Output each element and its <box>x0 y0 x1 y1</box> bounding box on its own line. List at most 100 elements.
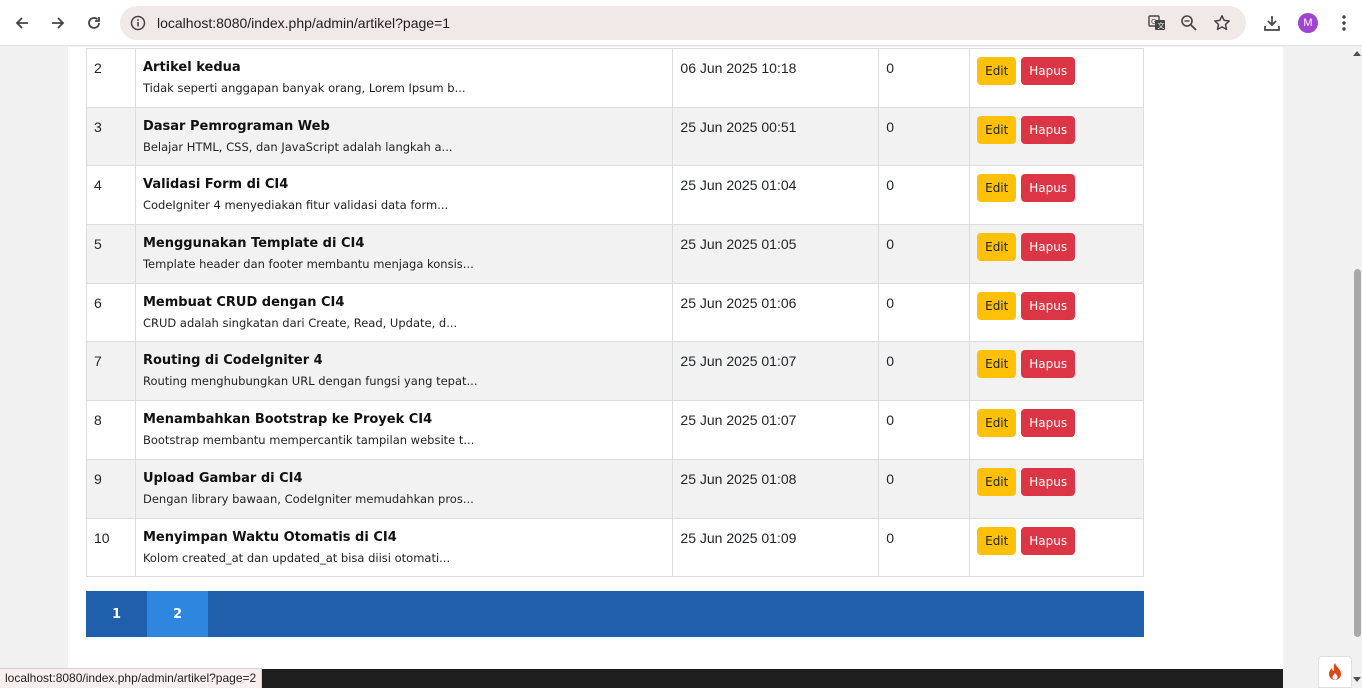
delete-button[interactable]: Hapus <box>1021 409 1076 438</box>
edit-button[interactable]: Edit <box>977 526 1017 555</box>
edit-button[interactable]: Edit <box>977 467 1017 496</box>
article-title: Menambahkan Bootstrap ke Proyek CI4 <box>142 412 433 428</box>
delete-button[interactable]: Hapus <box>1021 526 1076 555</box>
address-bar[interactable]: localhost:8080/index.php/admin/artikel?p… <box>120 6 1246 40</box>
edit-button[interactable]: Edit <box>977 174 1017 203</box>
article-date: 25 Jun 2025 01:08 <box>672 458 880 519</box>
row-number: 10 <box>86 517 136 578</box>
article-status: 0 <box>878 48 971 108</box>
page-viewport: 2 Artikel kedua Tidak seperti anggapan ban… <box>0 47 1352 688</box>
article-excerpt: Routing menghubungkan URL dengan fungsi … <box>142 374 478 389</box>
article-excerpt: Bootstrap membantu mempercantik tampilan… <box>142 433 475 448</box>
article-status: 0 <box>878 282 971 343</box>
article-title: Menggunakan Template di CI4 <box>142 236 365 252</box>
delete-button[interactable]: Hapus <box>1021 467 1076 496</box>
article-title: Upload Gambar di CI4 <box>142 470 303 486</box>
table-row: 6 Membuat CRUD dengan CI4 CRUD adalah sing… <box>86 282 1144 343</box>
site-info-button[interactable] <box>128 13 148 33</box>
article-title: Validasi Form di CI4 <box>142 177 289 193</box>
article-date: 25 Jun 2025 00:51 <box>672 106 880 167</box>
article-excerpt: Dengan library bawaan, CodeIgniter memud… <box>142 491 474 506</box>
article-table: 2 Artikel kedua Tidak seperti anggapan ban… <box>86 48 1144 578</box>
table-row: 2 Artikel kedua Tidak seperti anggapan ban… <box>86 48 1144 108</box>
profile-avatar[interactable]: M <box>1298 13 1318 33</box>
status-bar-url: localhost:8080/index.php/admin/artikel?p… <box>0 668 263 688</box>
action-cell: Edit Hapus <box>969 224 1144 284</box>
article-date: 25 Jun 2025 01:04 <box>672 165 880 226</box>
action-cell: Edit Hapus <box>969 458 1144 519</box>
scroll-down-arrow[interactable] <box>1353 677 1361 682</box>
article-status: 0 <box>878 458 971 519</box>
delete-button[interactable]: Hapus <box>1021 350 1076 379</box>
edit-button[interactable]: Edit <box>977 409 1017 438</box>
edit-button[interactable]: Edit <box>977 291 1017 320</box>
edit-button[interactable]: Edit <box>977 57 1017 85</box>
row-number: 8 <box>86 400 136 460</box>
page-link-2[interactable]: 2 <box>147 591 208 637</box>
reload-icon <box>88 17 100 29</box>
svg-text:G: G <box>1151 18 1156 26</box>
downloads-button[interactable] <box>1260 10 1284 36</box>
page-link-1[interactable]: 1 <box>86 591 147 637</box>
article-cell: Menambahkan Bootstrap ke Proyek CI4 Boots… <box>134 400 674 460</box>
delete-button[interactable]: Hapus <box>1021 291 1076 320</box>
row-number: 6 <box>86 282 136 343</box>
article-date: 25 Jun 2025 01:06 <box>672 282 880 343</box>
article-status: 0 <box>878 400 971 460</box>
article-title: Menyimpan Waktu Otomatis di CI4 <box>142 529 397 545</box>
article-excerpt: Kolom created_at dan updated_at bisa dii… <box>142 550 451 565</box>
back-button[interactable] <box>8 9 36 37</box>
translate-button[interactable]: G文 <box>1146 13 1168 33</box>
article-cell: Menyimpan Waktu Otomatis di CI4 Kolom cre… <box>134 517 674 578</box>
debug-toolbar-button[interactable] <box>1318 656 1352 688</box>
action-cell: Edit Hapus <box>969 165 1144 226</box>
article-excerpt: Belajar HTML, CSS, dan JavaScript adalah… <box>142 139 453 154</box>
arrow-right-icon <box>52 17 65 29</box>
vertical-scrollbar[interactable] <box>1352 47 1362 688</box>
table-row: 5 Menggunakan Template di CI4 Template hea… <box>86 224 1144 284</box>
zoom-button[interactable] <box>1178 13 1200 33</box>
edit-button[interactable]: Edit <box>977 115 1017 144</box>
download-icon <box>1264 16 1280 31</box>
article-cell: Artikel kedua Tidak seperti anggapan bany… <box>134 48 674 108</box>
article-cell: Membuat CRUD dengan CI4 CRUD adalah singk… <box>134 282 674 343</box>
browser-menu-button[interactable] <box>1332 10 1356 36</box>
article-date: 25 Jun 2025 01:07 <box>672 400 880 460</box>
article-cell: Routing di CodeIgniter 4 Routing menghubu… <box>134 341 674 402</box>
zoom-icon <box>1181 15 1197 31</box>
pagination: 1 2 <box>86 591 1144 637</box>
delete-button[interactable]: Hapus <box>1021 115 1076 144</box>
arrow-left-icon <box>15 17 28 29</box>
reload-button[interactable] <box>80 9 108 37</box>
delete-button[interactable]: Hapus <box>1021 174 1076 203</box>
action-cell: Edit Hapus <box>969 106 1144 167</box>
article-cell: Menggunakan Template di CI4 Template head… <box>134 224 674 284</box>
article-title: Routing di CodeIgniter 4 <box>142 353 323 369</box>
translate-icon: G文 <box>1148 15 1165 30</box>
action-cell: Edit Hapus <box>969 400 1144 460</box>
article-status: 0 <box>878 165 971 226</box>
article-title: Artikel kedua <box>142 60 241 75</box>
content-container: 2 Artikel kedua Tidak seperti anggapan ban… <box>68 47 1283 669</box>
article-excerpt: CRUD adalah singkatan dari Create, Read,… <box>142 315 458 330</box>
delete-button[interactable]: Hapus <box>1021 233 1076 262</box>
forward-button[interactable] <box>44 9 72 37</box>
delete-button[interactable]: Hapus <box>1021 57 1076 85</box>
table-row: 10 Menyimpan Waktu Otomatis di CI4 Kolom c… <box>86 517 1144 578</box>
article-date: 25 Jun 2025 01:07 <box>672 341 880 402</box>
star-icon <box>1214 15 1230 31</box>
row-number: 2 <box>86 48 136 108</box>
article-status: 0 <box>878 517 971 578</box>
row-number: 3 <box>86 106 136 167</box>
edit-button[interactable]: Edit <box>977 350 1017 379</box>
row-number: 4 <box>86 165 136 226</box>
article-status: 0 <box>878 341 971 402</box>
scroll-up-arrow[interactable] <box>1353 51 1361 56</box>
article-date: 06 Jun 2025 10:18 <box>672 48 880 108</box>
table-row: 8 Menambahkan Bootstrap ke Proyek CI4 Boot… <box>86 400 1144 460</box>
scroll-thumb[interactable] <box>1354 269 1361 637</box>
edit-button[interactable]: Edit <box>977 233 1017 262</box>
bookmark-button[interactable] <box>1211 13 1233 33</box>
article-status: 0 <box>878 224 971 284</box>
url-text[interactable]: localhost:8080/index.php/admin/artikel?p… <box>157 15 450 31</box>
